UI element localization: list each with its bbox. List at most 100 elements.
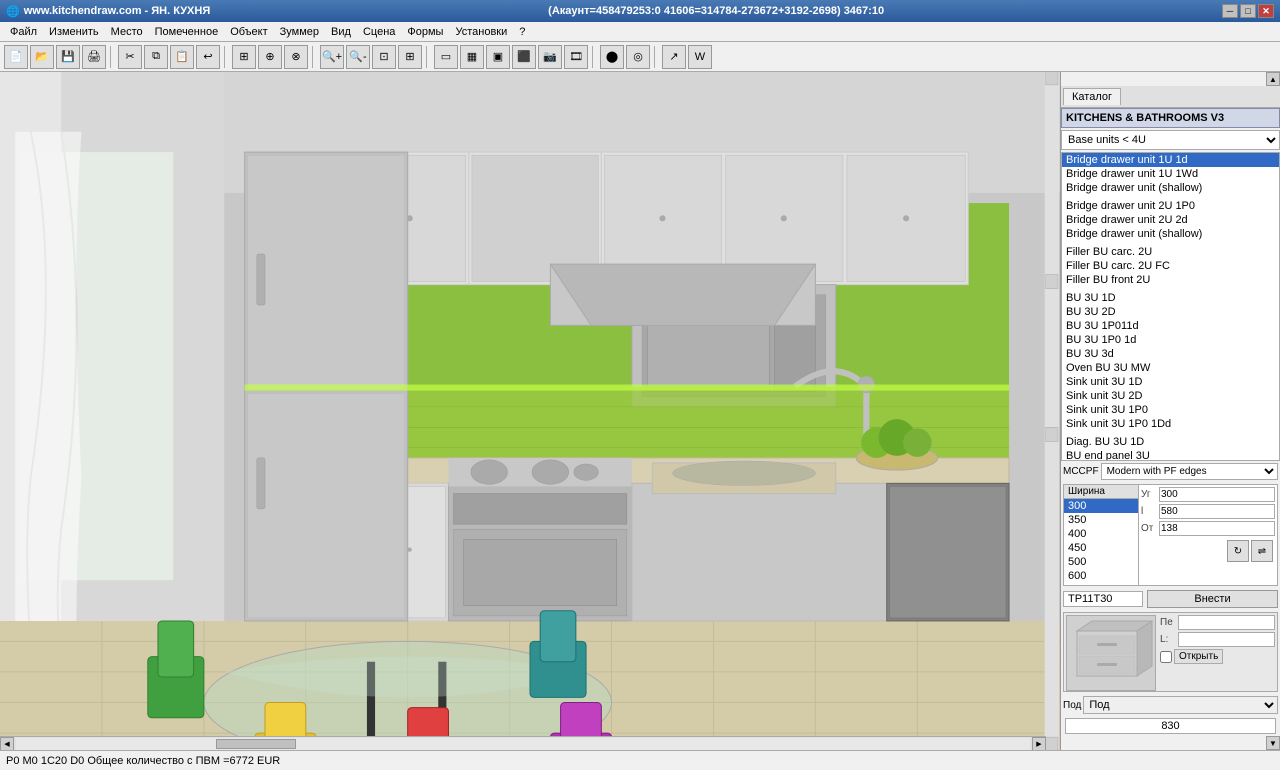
list-item-23[interactable]: Diag. BU 3U 1D	[1062, 435, 1279, 449]
size-item-350[interactable]: 350	[1064, 513, 1138, 527]
maximize-button[interactable]: □	[1240, 4, 1256, 18]
list-item-1[interactable]: Bridge drawer unit 1U 1Wd	[1062, 167, 1279, 181]
tool-3[interactable]: ⊗	[284, 45, 308, 69]
scroll-right-btn[interactable]	[1032, 737, 1046, 751]
app-icon: 🌐	[6, 5, 20, 18]
list-item-6[interactable]: Bridge drawer unit (shallow)	[1062, 227, 1279, 241]
copy-button[interactable]: ⧉	[144, 45, 168, 69]
nav-btn-1[interactable]: ⬤	[600, 45, 624, 69]
view-btn-2[interactable]: ▦	[460, 45, 484, 69]
list-item-19[interactable]: Sink unit 3U 2D	[1062, 389, 1279, 403]
catalog-tab[interactable]: Каталог	[1063, 88, 1121, 105]
view-btn-6[interactable]: 🎞	[564, 45, 588, 69]
list-item-15[interactable]: BU 3U 1P0 1d	[1062, 333, 1279, 347]
tool-1[interactable]: ⊞	[232, 45, 256, 69]
cabinet-preview	[1066, 615, 1156, 691]
list-item-0[interactable]: Bridge drawer unit 1U 1d	[1062, 153, 1279, 167]
list-item-16[interactable]: BU 3U 3d	[1062, 347, 1279, 361]
zoom-fit-button[interactable]: ⊡	[372, 45, 396, 69]
menu-item-вид[interactable]: Вид	[325, 24, 357, 40]
zoom-sel-button[interactable]: ⊞	[398, 45, 422, 69]
paste-button[interactable]: 📋	[170, 45, 194, 69]
menu-item-формы[interactable]: Формы	[401, 24, 449, 40]
right-panel: ▲ Каталог KITCHENS & BATHROOMS V3 Base u…	[1060, 72, 1280, 750]
dim-ug: Уг	[1141, 487, 1275, 502]
zoom-in-button[interactable]: 🔍+	[320, 45, 344, 69]
new-button[interactable]: 📄	[4, 45, 28, 69]
zoom-out-button[interactable]: 🔍-	[346, 45, 370, 69]
h-scroll-thumb[interactable]	[216, 739, 296, 749]
dim-l-input[interactable]	[1159, 504, 1275, 519]
menu-item-файл[interactable]: Файл	[4, 24, 43, 40]
menu-item-место[interactable]: Место	[105, 24, 149, 40]
list-item-9[interactable]: Filler BU carc. 2U FC	[1062, 259, 1279, 273]
separator-5	[592, 46, 596, 68]
catalog-item-list[interactable]: Bridge drawer unit 1U 1dBridge drawer un…	[1061, 152, 1280, 461]
size-item-300[interactable]: 300	[1064, 499, 1138, 513]
menu-item-установки[interactable]: Установки	[449, 24, 513, 40]
view-btn-3[interactable]: ▣	[486, 45, 510, 69]
dim-ot-input[interactable]	[1159, 521, 1275, 536]
list-item-24[interactable]: BU end panel 3U	[1062, 449, 1279, 461]
l-input[interactable]	[1178, 632, 1275, 647]
open-button[interactable]: Открыть	[1174, 649, 1223, 664]
size-list[interactable]: Ширина 300 350 400 450 500 600	[1064, 485, 1139, 585]
open-button[interactable]: 📂	[30, 45, 54, 69]
view-btn-5[interactable]: 📷	[538, 45, 562, 69]
cut-button[interactable]: ✂	[118, 45, 142, 69]
list-item-21[interactable]: Sink unit 3U 1P0 1Dd	[1062, 417, 1279, 431]
list-item-18[interactable]: Sink unit 3U 1D	[1062, 375, 1279, 389]
extra-btn-2[interactable]: W	[688, 45, 712, 69]
tool-2[interactable]: ⊕	[258, 45, 282, 69]
list-item-4[interactable]: Bridge drawer unit 2U 1P0	[1062, 199, 1279, 213]
view-btn-4[interactable]: ⬛	[512, 45, 536, 69]
preview-row-open: Открыть	[1160, 649, 1275, 664]
scroll-left-btn[interactable]	[0, 737, 14, 751]
minimize-button[interactable]: ─	[1222, 4, 1238, 18]
extra-btn-1[interactable]: ↗	[662, 45, 686, 69]
under-dropdown[interactable]: Под	[1083, 696, 1278, 714]
dim-controls: ↻ ⇌	[1141, 538, 1275, 564]
menu-item-сцена[interactable]: Сцена	[357, 24, 401, 40]
size-item-600[interactable]: 600	[1064, 569, 1138, 583]
insert-button[interactable]: Внести	[1147, 590, 1278, 608]
pe-input[interactable]	[1178, 615, 1275, 630]
dim-ug-input[interactable]	[1159, 487, 1275, 502]
list-item-20[interactable]: Sink unit 3U 1P0	[1062, 403, 1279, 417]
panel-scroll-up[interactable]: ▲	[1266, 72, 1280, 86]
list-item-5[interactable]: Bridge drawer unit 2U 2d	[1062, 213, 1279, 227]
list-item-2[interactable]: Bridge drawer unit (shallow)	[1062, 181, 1279, 195]
close-button[interactable]: ✕	[1258, 4, 1274, 18]
list-item-13[interactable]: BU 3U 2D	[1062, 305, 1279, 319]
menu-item-помеченное[interactable]: Помеченное	[149, 24, 225, 40]
list-item-8[interactable]: Filler BU carc. 2U	[1062, 245, 1279, 259]
3d-viewport[interactable]	[0, 72, 1060, 750]
filter-dropdown[interactable]: Base units < 4U	[1061, 130, 1280, 150]
nav-btn-2[interactable]: ◎	[626, 45, 650, 69]
horizontal-scrollbar[interactable]	[0, 736, 1046, 750]
menu-item-?[interactable]: ?	[513, 24, 531, 40]
list-item-12[interactable]: BU 3U 1D	[1062, 291, 1279, 305]
menu-item-изменить[interactable]: Изменить	[43, 24, 105, 40]
preview-details: Пе L: Открыть	[1158, 613, 1277, 691]
dim-rotate-btn[interactable]: ↻	[1227, 540, 1249, 562]
size-item-450[interactable]: 450	[1064, 541, 1138, 555]
size-item-500[interactable]: 500	[1064, 555, 1138, 569]
list-item-17[interactable]: Oven BU 3U MW	[1062, 361, 1279, 375]
save-button[interactable]: 💾	[56, 45, 80, 69]
style-row: МCCPF Modern with PF edges	[1061, 461, 1280, 482]
menu-item-зуммер[interactable]: Зуммер	[274, 24, 325, 40]
catalog-header: Каталог	[1061, 86, 1280, 108]
list-item-14[interactable]: BU 3U 1P011d	[1062, 319, 1279, 333]
print-button[interactable]: 🖨	[82, 45, 106, 69]
list-item-10[interactable]: Filler BU front 2U	[1062, 273, 1279, 287]
view-btn-1[interactable]: ▭	[434, 45, 458, 69]
open-checkbox[interactable]	[1160, 651, 1172, 663]
code-input[interactable]	[1063, 591, 1143, 607]
size-item-400[interactable]: 400	[1064, 527, 1138, 541]
undo-button[interactable]: ↩	[196, 45, 220, 69]
panel-scroll-down[interactable]: ▼	[1266, 736, 1280, 750]
menu-item-объект[interactable]: Объект	[224, 24, 273, 40]
style-dropdown[interactable]: Modern with PF edges	[1101, 463, 1278, 480]
dim-flip-btn[interactable]: ⇌	[1251, 540, 1273, 562]
